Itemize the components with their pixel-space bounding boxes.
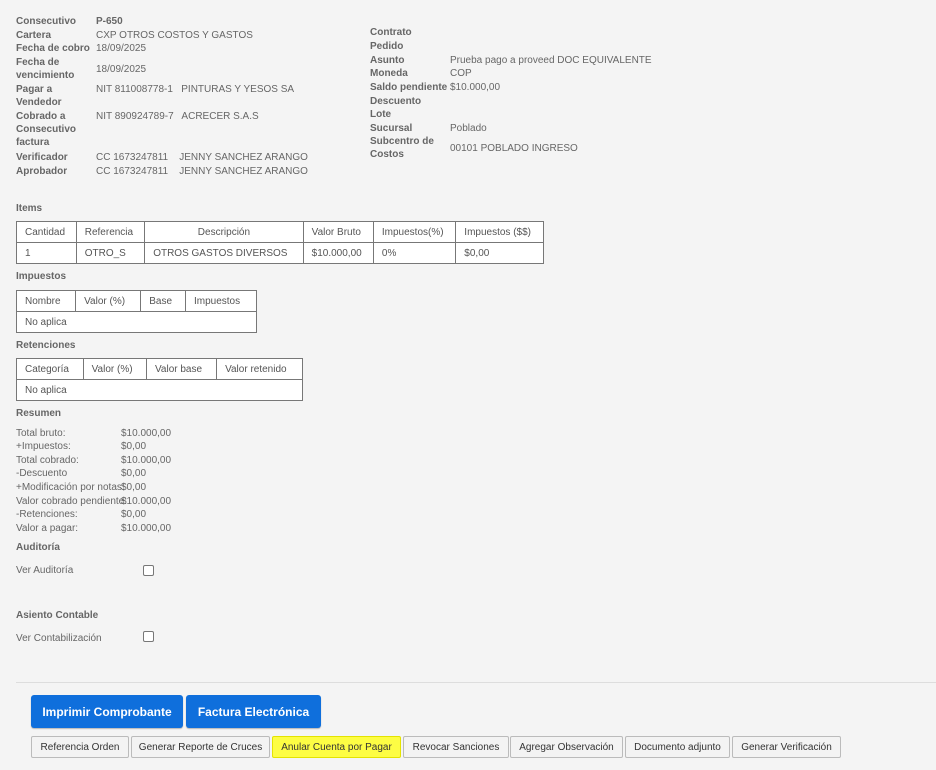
label-verificador: Verificador xyxy=(16,152,68,163)
value-fecha-cobro: 18/09/2025 xyxy=(96,43,147,54)
label-cobrado-a: Cobrado a Consecutivo factura xyxy=(16,111,77,148)
impuestos-col-valor: Valor (%) xyxy=(75,290,142,312)
impuestos-col-impuestos: Impuestos xyxy=(184,290,258,312)
retenciones-col-base: Valor base xyxy=(145,358,218,380)
items-cell: OTRO_S xyxy=(75,242,146,264)
label-contrato: Contrato xyxy=(370,27,412,38)
label-descuento: Descuento xyxy=(370,96,422,107)
documento-adjunto-button[interactable]: Documento adjunto xyxy=(625,736,730,758)
table-row: No aplica xyxy=(16,311,257,333)
value-verificador: CC 1673247811 JENNY SANCHEZ ARANGO xyxy=(96,152,308,163)
label-saldo-pendiente: Saldo pendiente xyxy=(370,82,448,93)
generar-reporte-cruces-button[interactable]: Generar Reporte de Cruces xyxy=(131,736,270,758)
resumen-label: +Impuestos: xyxy=(16,441,71,452)
value-aprobador: CC 1673247811 JENNY SANCHEZ ARANGO xyxy=(96,166,308,177)
ver-auditoria-checkbox[interactable] xyxy=(143,565,154,576)
label-moneda: Moneda xyxy=(370,68,408,79)
retenciones-empty: No aplica xyxy=(16,379,303,401)
ver-contabilizacion-checkbox[interactable] xyxy=(143,631,154,642)
items-cell: 1 xyxy=(16,242,77,264)
resumen-value: $10.000,00 xyxy=(121,455,172,466)
resumen-title: Resumen xyxy=(16,408,62,419)
resumen-label: +Modificación por notas: xyxy=(16,482,125,493)
items-table: Cantidad Referencia Descripción Valor Br… xyxy=(16,221,544,264)
ver-auditoria-label: Ver Auditoría xyxy=(16,565,74,576)
resumen-label: -Retenciones: xyxy=(16,509,78,520)
label-aprobador: Aprobador xyxy=(16,166,68,177)
retenciones-col-retenido: Valor retenido xyxy=(216,358,303,380)
resumen-label: -Descuento xyxy=(16,468,68,479)
impuestos-empty: No aplica xyxy=(16,311,257,333)
items-col-referencia: Referencia xyxy=(75,221,146,243)
resumen-label: Total cobrado: xyxy=(16,455,79,466)
resumen-value: $10.000,00 xyxy=(121,523,172,534)
resumen-label: Valor cobrado pendiente: xyxy=(16,496,128,507)
value-subcentro: 00101 POBLADO INGRESO xyxy=(450,143,578,154)
generar-verificacion-button[interactable]: Generar Verificación xyxy=(732,736,841,758)
divider xyxy=(16,682,936,683)
table-row: No aplica xyxy=(16,379,303,401)
value-cobrado-a: NIT 890924789-7 ACRECER S.A.S xyxy=(96,111,259,122)
items-col-cantidad: Cantidad xyxy=(16,221,77,243)
label-sucursal: Sucursal xyxy=(370,123,413,134)
retenciones-table: Categoría Valor (%) Valor base Valor ret… xyxy=(16,358,303,401)
impuestos-col-base: Base xyxy=(140,290,186,312)
resumen-value: $0,00 xyxy=(121,441,147,452)
items-cell: $0,00 xyxy=(455,242,544,264)
agregar-observacion-button[interactable]: Agregar Observación xyxy=(510,736,623,758)
items-title: Items xyxy=(16,203,43,214)
table-row: 1 OTRO_S OTROS GASTOS DIVERSOS $10.000,0… xyxy=(16,242,544,264)
label-asunto: Asunto xyxy=(370,55,405,66)
impuestos-header-row: Nombre Valor (%) Base Impuestos xyxy=(15,290,258,312)
anular-cuenta-por-pagar-button[interactable]: Anular Cuenta por Pagar xyxy=(272,736,401,758)
label-consecutivo: Consecutivo xyxy=(16,16,77,27)
impuestos-title: Impuestos xyxy=(16,271,67,282)
resumen-value: $0,00 xyxy=(121,482,147,493)
resumen-value: $10.000,00 xyxy=(121,428,172,439)
label-cartera: Cartera xyxy=(16,30,52,41)
value-sucursal: Poblado xyxy=(450,123,487,134)
label-pedido: Pedido xyxy=(370,41,404,52)
factura-electronica-button[interactable]: Factura Electrónica xyxy=(186,695,321,728)
items-cell: 0% xyxy=(372,242,457,264)
resumen-label: Valor a pagar: xyxy=(16,523,79,534)
auditoria-title: Auditoría xyxy=(16,542,60,553)
impuestos-table: Nombre Valor (%) Base Impuestos No aplic… xyxy=(15,290,258,333)
impuestos-col-nombre: Nombre xyxy=(15,290,77,312)
resumen-label: Total bruto: xyxy=(16,428,66,439)
items-cell: $10.000,00 xyxy=(302,242,374,264)
retenciones-title: Retenciones xyxy=(16,340,76,351)
retenciones-col-valor: Valor (%) xyxy=(82,358,147,380)
value-saldo-pendiente: $10.000,00 xyxy=(450,82,501,93)
label-lote: Lote xyxy=(370,109,392,120)
value-moneda: COP xyxy=(450,68,472,79)
items-col-descripcion: Descripción xyxy=(144,221,304,243)
value-consecutivo: P-650 xyxy=(96,16,123,27)
referencia-orden-button[interactable]: Referencia Orden xyxy=(31,736,129,758)
retenciones-header-row: Categoría Valor (%) Valor base Valor ret… xyxy=(16,358,303,380)
resumen-value: $10.000,00 xyxy=(121,496,172,507)
label-fecha-cobro: Fecha de cobro xyxy=(16,43,90,54)
items-header-row: Cantidad Referencia Descripción Valor Br… xyxy=(16,221,544,243)
revocar-sanciones-button[interactable]: Revocar Sanciones xyxy=(403,736,509,758)
items-col-valor-bruto: Valor Bruto xyxy=(302,221,374,243)
value-pagar-a: NIT 811008778-1 PINTURAS Y YESOS SA xyxy=(96,84,295,95)
value-fecha-vencimiento: 18/09/2025 xyxy=(96,64,147,75)
resumen-value: $0,00 xyxy=(121,509,147,520)
imprimir-comprobante-button[interactable]: Imprimir Comprobante xyxy=(31,695,183,728)
items-cell: OTROS GASTOS DIVERSOS xyxy=(144,242,304,264)
resumen-value: $0,00 xyxy=(121,468,147,479)
asiento-title: Asiento Contable xyxy=(16,610,99,621)
ver-contabilizacion-label: Ver Contabilización xyxy=(16,633,102,644)
label-subcentro: Subcentro de Costos xyxy=(370,136,434,160)
value-cartera: CXP OTROS COSTOS Y GASTOS xyxy=(96,30,253,41)
value-asunto: Prueba pago a proveed DOC EQUIVALENTE xyxy=(450,55,652,66)
label-fecha-vencimiento: Fecha de vencimiento xyxy=(16,57,75,81)
items-col-impuestos-val: Impuestos ($$) xyxy=(455,221,544,243)
items-col-impuestos-pct: Impuestos(%) xyxy=(372,221,457,243)
retenciones-col-categoria: Categoría xyxy=(16,358,84,380)
label-pagar-a: Pagar a Vendedor xyxy=(16,84,62,108)
